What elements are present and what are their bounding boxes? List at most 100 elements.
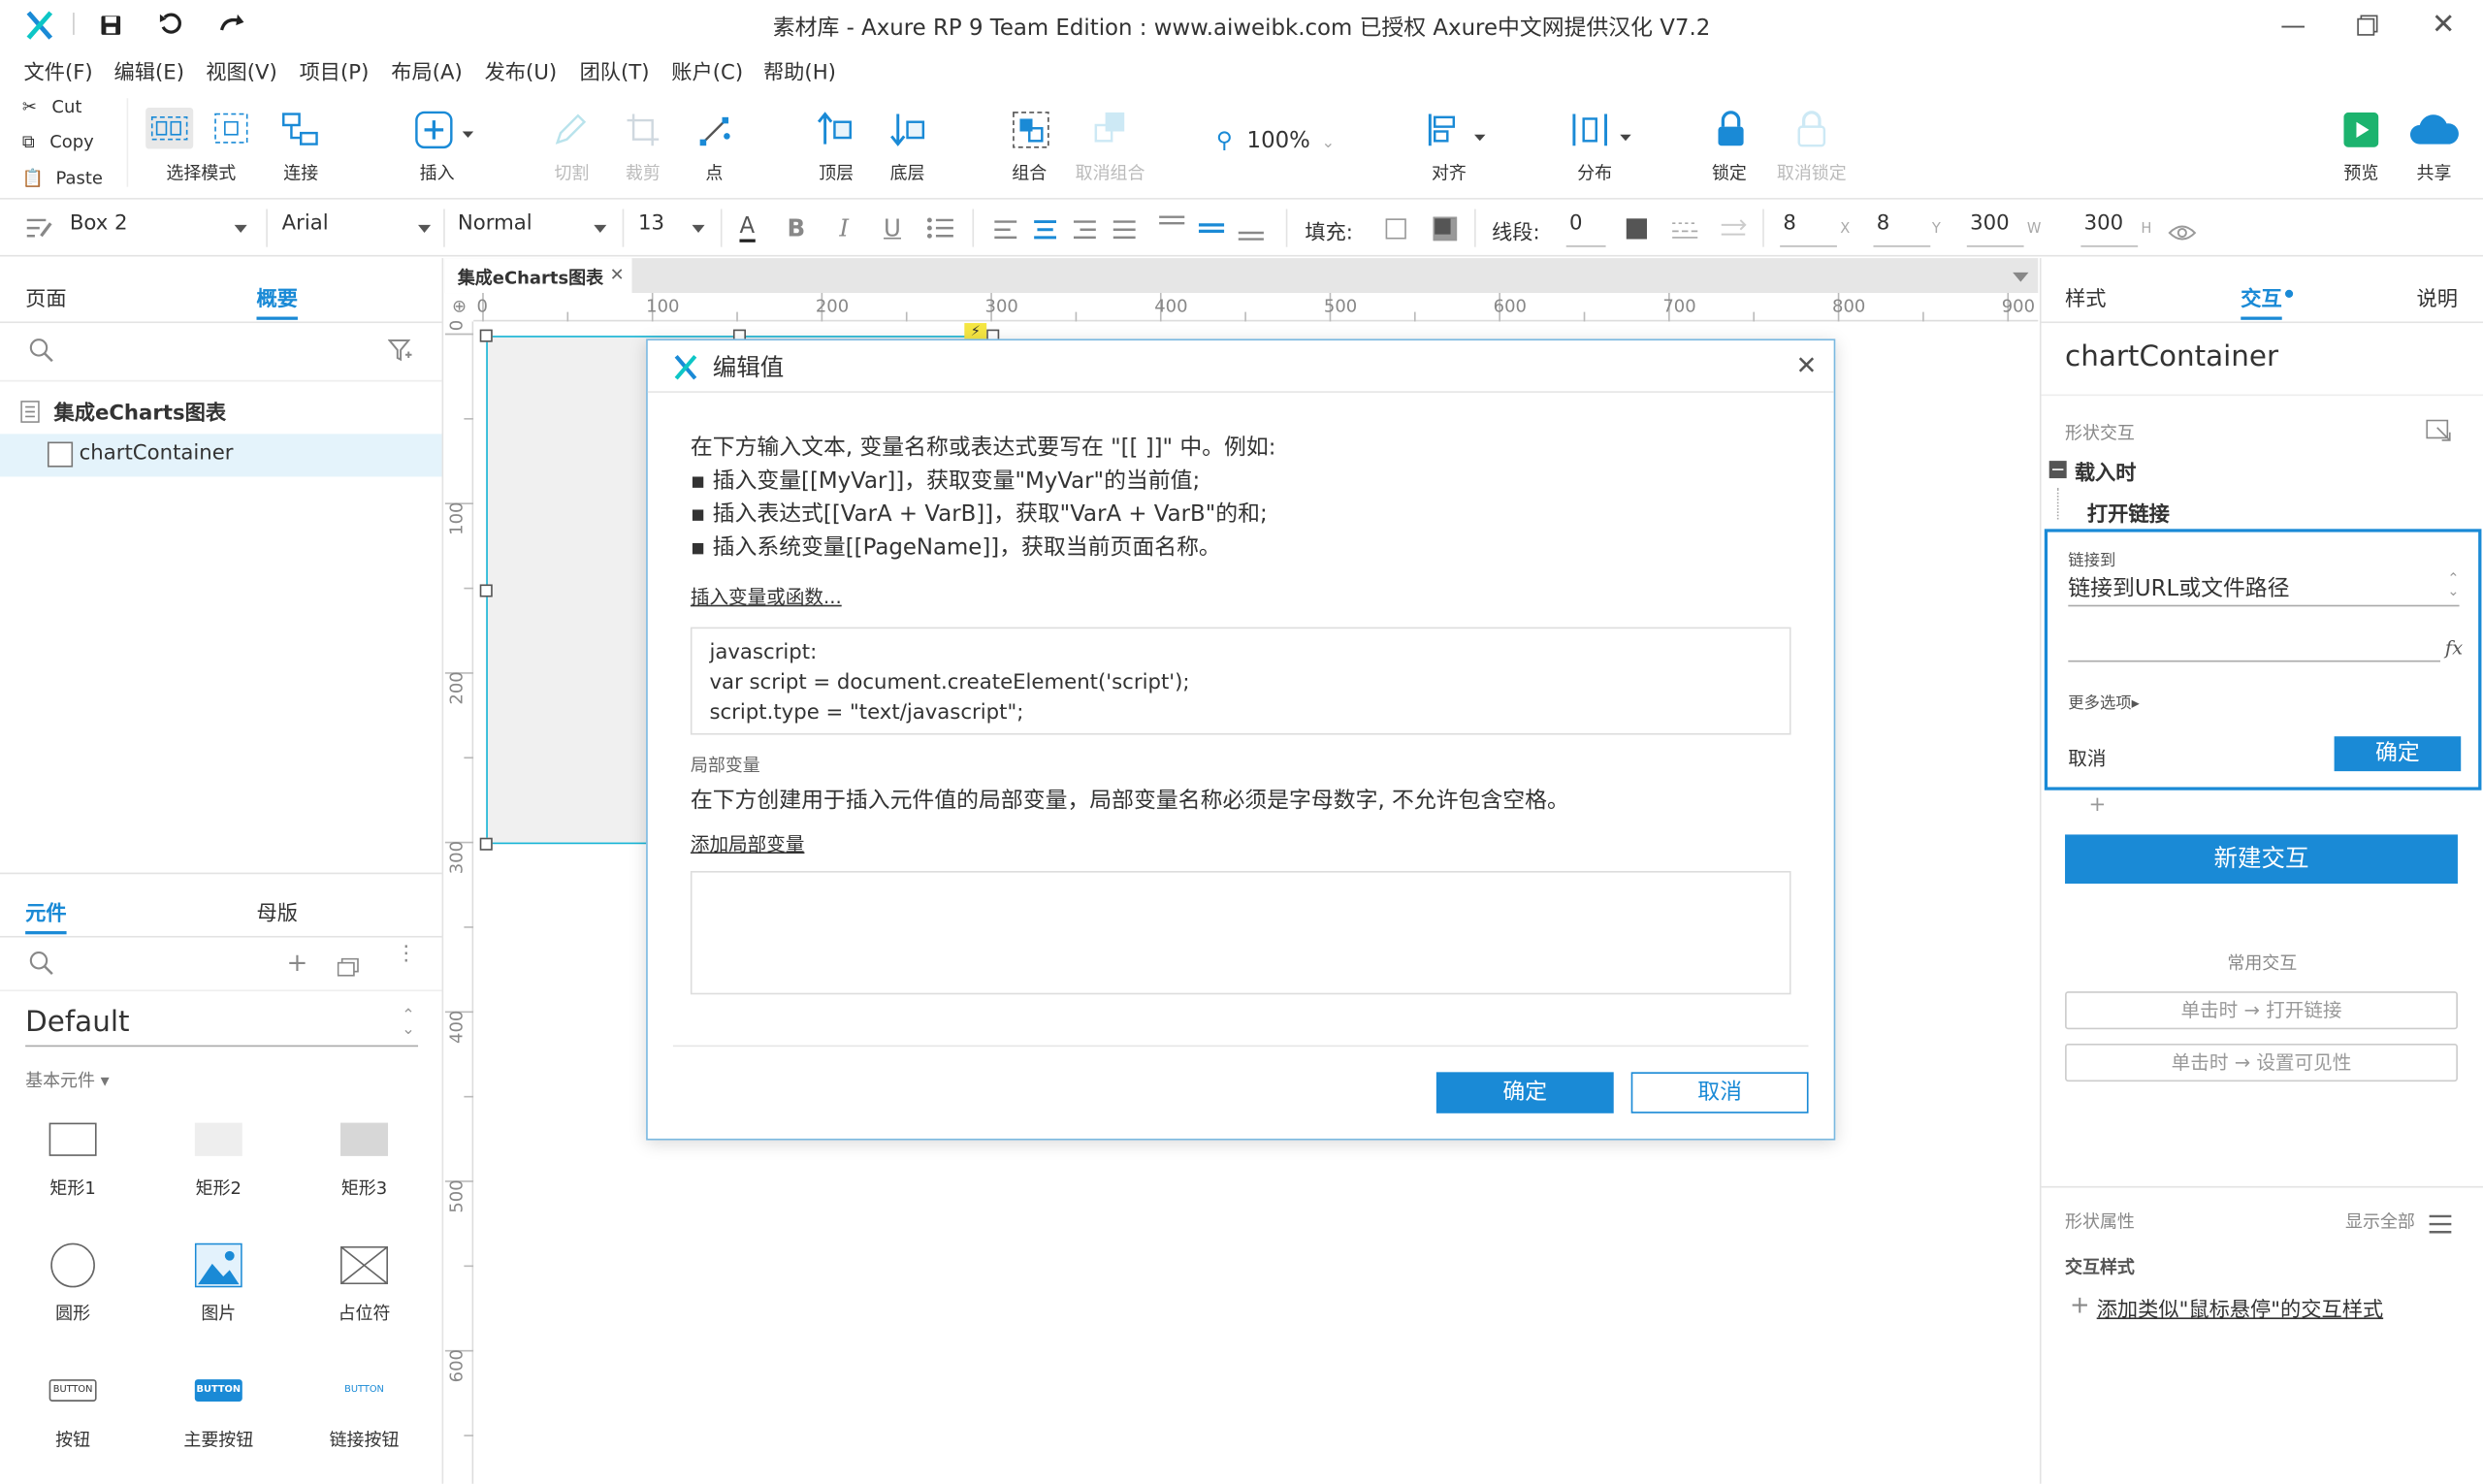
event-on-load[interactable]: 载入时 — [2075, 456, 2137, 486]
widget-image[interactable]: 图片 — [171, 1240, 266, 1335]
minimize-icon[interactable]: — — [2277, 10, 2309, 42]
select-contained-icon[interactable] — [212, 111, 250, 151]
function-fx-icon[interactable]: fx — [2445, 636, 2463, 659]
widget-rect1[interactable]: 矩形1 — [25, 1113, 120, 1209]
tab-widgets[interactable]: 元件 — [25, 896, 66, 926]
more-vertical-icon[interactable]: ⋮ — [396, 944, 416, 964]
library-search-icon[interactable] — [28, 951, 53, 983]
value-textarea[interactable]: javascript: var script = document.create… — [690, 627, 1791, 735]
action-open-link[interactable]: 打开链接 — [2087, 498, 2170, 527]
italic-icon[interactable]: I — [839, 213, 849, 242]
interaction-settings-icon[interactable] — [2426, 418, 2451, 448]
font-family-select[interactable]: Arial — [278, 212, 436, 247]
add-library-icon[interactable]: + — [287, 947, 308, 977]
add-action-icon[interactable]: + — [2089, 793, 2107, 817]
widget-link-button[interactable]: BUTTON 链接按钮 — [317, 1367, 412, 1462]
font-color-icon[interactable]: A — [739, 213, 756, 242]
zoom-control[interactable]: ⚲ 100% ⌄ — [1216, 123, 1343, 155]
insert-variable-link[interactable]: 插入变量或函数... — [691, 583, 842, 610]
show-all-link[interactable]: 显示全部 — [2345, 1209, 2415, 1234]
doc-tab[interactable]: 集成eCharts图表 ✕ — [444, 258, 632, 294]
menu-help[interactable]: 帮助(H) — [763, 55, 836, 85]
doc-tab-close-icon[interactable]: ✕ — [610, 265, 625, 285]
ungroup-icon[interactable] — [1089, 110, 1130, 157]
tab-masters[interactable]: 母版 — [256, 896, 297, 926]
cloud-icon[interactable] — [2407, 113, 2462, 153]
menu-project[interactable]: 项目(P) — [300, 55, 370, 85]
crop-icon[interactable] — [624, 111, 661, 155]
x-input[interactable]: 8 — [1780, 212, 1837, 247]
menu-edit[interactable]: 编辑(E) — [114, 55, 184, 85]
add-hover-style-link[interactable]: 添加类似"鼠标悬停"的交互样式 — [2097, 1292, 2383, 1322]
outline-page-title[interactable]: 集成eCharts图表 — [54, 396, 227, 426]
tab-style[interactable]: 样式 — [2065, 282, 2106, 311]
more-options-toggle[interactable]: 更多选项▸ — [2068, 689, 2140, 713]
group-icon[interactable] — [1011, 110, 1051, 157]
height-input[interactable]: 300 — [2080, 212, 2139, 247]
widget-circle[interactable]: 圆形 — [25, 1240, 120, 1335]
bullet-list-icon[interactable] — [926, 215, 954, 247]
fill-color-swatch[interactable] — [1385, 218, 1406, 240]
collapse-icon[interactable] — [2048, 461, 2067, 479]
underline-icon[interactable]: U — [884, 213, 901, 242]
menu-view[interactable]: 视图(V) — [206, 55, 277, 85]
shadow-swatch[interactable] — [1433, 216, 1458, 242]
font-style-select[interactable]: Normal — [455, 212, 613, 247]
paste-button[interactable]: 📋 Paste — [22, 168, 103, 188]
widget-rect2[interactable]: 矩形2 — [171, 1113, 266, 1209]
close-icon[interactable]: ✕ — [2428, 9, 2460, 42]
basic-widgets-label[interactable]: 基本元件 ▾ — [25, 1067, 110, 1092]
widget-rect3[interactable]: 矩形3 — [317, 1113, 412, 1209]
visibility-eye-icon[interactable] — [2168, 218, 2197, 248]
common-interaction-button[interactable]: 单击时 → 设置可见性 — [2065, 1043, 2458, 1082]
url-input[interactable] — [2068, 630, 2440, 662]
bring-to-front-icon[interactable] — [816, 110, 856, 157]
selection-handle[interactable] — [479, 584, 493, 597]
tab-interactions[interactable]: 交互 — [2241, 282, 2281, 311]
tab-notes[interactable]: 说明 — [2417, 282, 2458, 311]
distribute-icon[interactable] — [1571, 111, 1634, 155]
point-icon[interactable] — [696, 111, 734, 155]
element-style-select[interactable]: Box 2 — [67, 212, 254, 247]
line-width-input[interactable]: 0 — [1565, 212, 1606, 247]
dialog-cancel-button[interactable]: 取消 — [1630, 1072, 1809, 1113]
copy-button[interactable]: ⧉ Copy — [22, 132, 94, 154]
valign-middle-icon[interactable] — [1197, 213, 1225, 248]
send-to-back-icon[interactable] — [888, 110, 929, 157]
search-icon[interactable] — [28, 338, 53, 370]
tab-list-caret-icon[interactable] — [2013, 272, 2029, 282]
library-select[interactable]: Default ⌃ ⌄ — [25, 1006, 419, 1048]
insert-button[interactable] — [415, 111, 478, 149]
y-input[interactable]: 8 — [1873, 212, 1931, 247]
line-color-swatch[interactable] — [1626, 218, 1648, 240]
pen-icon[interactable] — [551, 111, 589, 155]
action-ok-button[interactable]: 确定 — [2334, 736, 2462, 772]
dialog-ok-button[interactable]: 确定 — [1435, 1072, 1614, 1113]
tab-pages[interactable]: 页面 — [25, 282, 66, 311]
style-painter-icon[interactable] — [25, 215, 53, 247]
width-input[interactable]: 300 — [1966, 212, 2024, 247]
link-to-select[interactable]: 链接到URL或文件路径 ⌃ ⌄ — [2068, 571, 2460, 607]
local-vars-table[interactable] — [690, 870, 1791, 995]
widget-primary-button[interactable]: BUTTON 主要按钮 — [171, 1367, 266, 1462]
filter-icon[interactable] — [387, 338, 413, 370]
align-left-icon[interactable] — [993, 217, 1018, 247]
maximize-icon[interactable] — [2352, 10, 2384, 42]
library-copy-icon[interactable] — [337, 953, 360, 984]
align-center-icon[interactable] — [1033, 217, 1058, 247]
tab-outline[interactable]: 概要 — [256, 282, 297, 311]
menu-lines-icon[interactable] — [2429, 1210, 2452, 1240]
align-right-icon[interactable] — [1072, 217, 1097, 247]
bold-icon[interactable]: B — [787, 213, 805, 242]
line-pattern-icon[interactable] — [1670, 217, 1698, 247]
widget-placeholder[interactable]: 占位符 — [317, 1240, 412, 1335]
cut-button[interactable]: ✂ Cut — [22, 97, 82, 117]
element-name-field[interactable]: chartContainer — [2065, 340, 2278, 373]
outline-item-row[interactable]: chartContainer — [0, 434, 442, 477]
selection-handle[interactable] — [479, 837, 493, 851]
valign-top-icon[interactable] — [1158, 213, 1186, 248]
font-size-select[interactable]: 13 — [635, 212, 711, 247]
select-mode-button[interactable] — [145, 108, 194, 149]
preview-icon[interactable] — [2343, 112, 2379, 153]
lock-icon[interactable] — [1714, 110, 1749, 157]
